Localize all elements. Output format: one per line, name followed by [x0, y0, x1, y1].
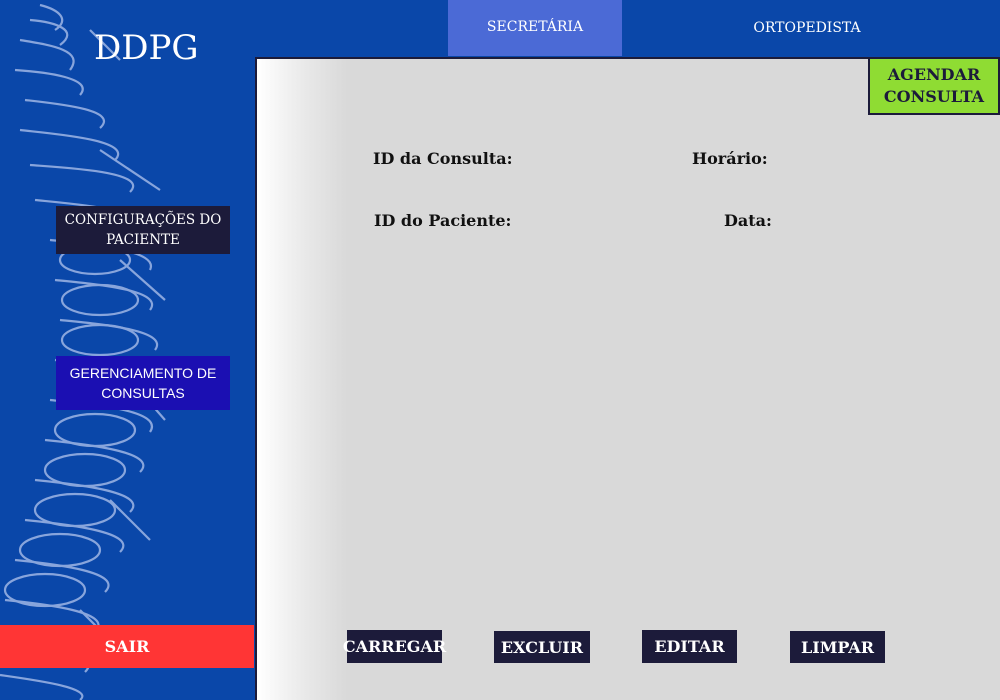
- tab-label: ORTOPEDISTA: [753, 20, 861, 36]
- schedule-consult-button[interactable]: AGENDAR CONSULTA: [868, 57, 1000, 115]
- clear-button[interactable]: LIMPAR: [790, 631, 885, 663]
- sidebar-item-consult-management[interactable]: GERENCIAMENTO DE CONSULTAS: [56, 356, 230, 410]
- logout-button[interactable]: SAIR: [0, 625, 254, 668]
- sidebar-item-patient-settings[interactable]: CONFIGURAÇÕES DO PACIENTE: [56, 206, 230, 254]
- date-label: Data:: [724, 211, 772, 230]
- sidebar-item-label: CONFIGURAÇÕES DO PACIENTE: [64, 212, 222, 248]
- delete-button[interactable]: EXCLUIR: [494, 631, 590, 663]
- tab-label: SECRETÁRIA: [486, 19, 584, 35]
- app-logo: DDPG: [94, 28, 199, 68]
- tab-ortopedista[interactable]: ORTOPEDISTA: [622, 0, 992, 56]
- edit-button[interactable]: EDITAR: [642, 630, 737, 663]
- patient-id-label: ID do Paciente:: [374, 211, 512, 230]
- main-panel: [255, 57, 1000, 700]
- sidebar-item-label: GERENCIAMENTO DE CONSULTAS: [69, 365, 217, 401]
- tab-secretaria[interactable]: SECRETÁRIA: [448, 0, 622, 56]
- consult-id-label: ID da Consulta:: [373, 149, 513, 168]
- sidebar: DDPG CONFIGURAÇÕES DO PACIENTE GERENCIAM…: [0, 0, 255, 700]
- spine-illustration-icon: [0, 3, 166, 700]
- load-button[interactable]: CARREGAR: [343, 630, 446, 663]
- time-label: Horário:: [692, 149, 768, 168]
